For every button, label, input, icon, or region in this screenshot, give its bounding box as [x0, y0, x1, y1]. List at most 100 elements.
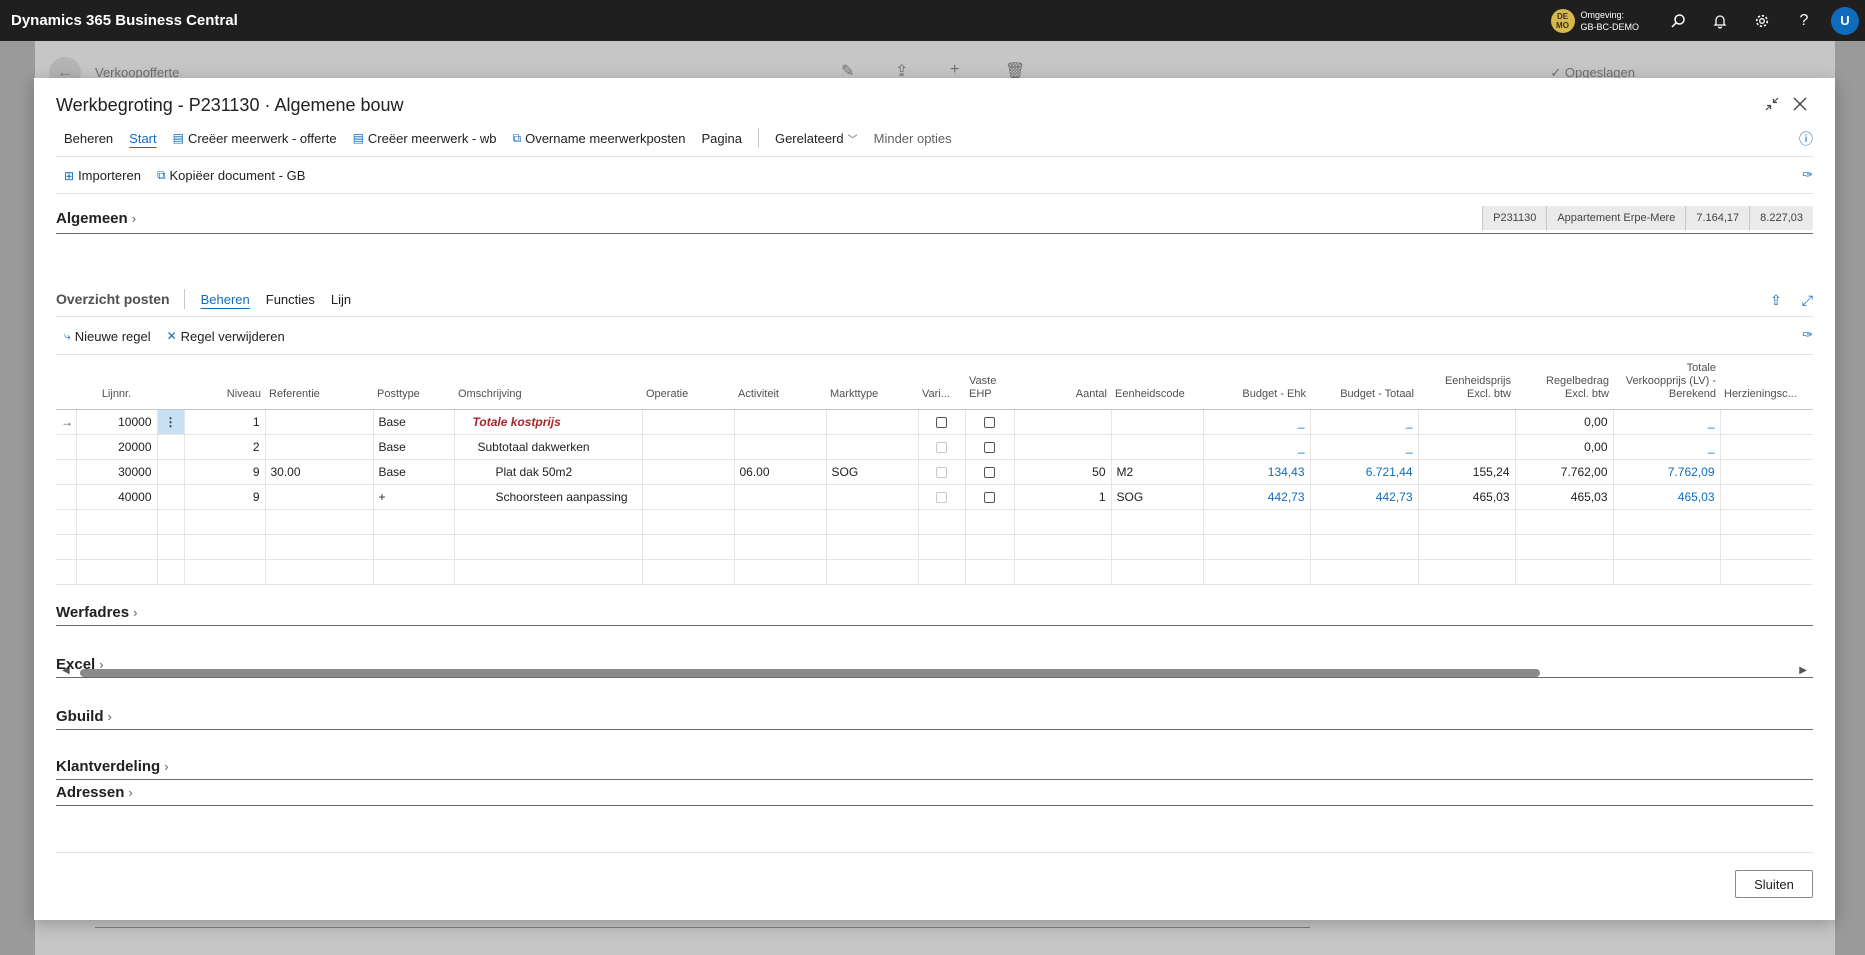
expand-icon[interactable]: ⤢: [1802, 292, 1813, 309]
cell-budget-ehk[interactable]: 134,43: [1203, 459, 1311, 485]
info-icon[interactable]: ⓘ: [1799, 129, 1813, 149]
cell-herzieningscode[interactable]: [1720, 459, 1813, 485]
lines-tab-lijn[interactable]: Lijn: [323, 292, 359, 307]
col-totale-verkoopprijs[interactable]: Totale Verkoopprijs (LV) - Berekend: [1613, 356, 1720, 410]
cell-regelbedrag[interactable]: 465,03: [1515, 484, 1614, 510]
action-minder-opties[interactable]: Minder opties: [866, 131, 960, 146]
empty-row[interactable]: [56, 559, 1813, 585]
fasttab-title[interactable]: Klantverdeling ›: [56, 758, 169, 775]
fasttab-title[interactable]: Excel ›: [56, 656, 104, 673]
action-importeren[interactable]: ⊞ Importeren: [56, 168, 149, 183]
cell-omschrijving[interactable]: Plat dak 50m2: [454, 459, 643, 485]
cell-aantal[interactable]: 50: [1014, 459, 1112, 485]
cell-operatie[interactable]: [642, 459, 735, 485]
cell-eenheidscode[interactable]: [1111, 409, 1204, 435]
col-budget-totaal[interactable]: Budget - Totaal: [1310, 356, 1418, 410]
cell-eenheidscode[interactable]: [1111, 434, 1204, 460]
col-niveau[interactable]: Niveau: [184, 356, 265, 410]
cell-budget-totaal[interactable]: _: [1310, 434, 1419, 460]
cell-operatie[interactable]: [642, 434, 735, 460]
search-icon[interactable]: [1657, 0, 1699, 41]
col-budget-ehk[interactable]: Budget - Ehk: [1203, 356, 1310, 410]
cell-lijnnr[interactable]: 40000: [76, 484, 158, 510]
action-gerelateerd[interactable]: Gerelateerd ﹀: [767, 131, 866, 146]
cell-niveau[interactable]: 9: [184, 484, 266, 510]
cell-eenheidsprijs[interactable]: 465,03: [1418, 484, 1516, 510]
vari-checkbox[interactable]: [936, 491, 947, 503]
cell-referentie[interactable]: [265, 484, 374, 510]
lines-tab-functies[interactable]: Functies: [258, 292, 323, 307]
fasttab-adressen[interactable]: Adressen ›: [56, 784, 1813, 806]
col-eenheidsprijs[interactable]: Eenheidsprijs Excl. btw: [1418, 356, 1515, 410]
cell-eenheidscode[interactable]: M2: [1111, 459, 1204, 485]
col-omschrijving[interactable]: Omschrijving: [454, 356, 642, 410]
col-eenheidscode[interactable]: Eenheidscode: [1111, 356, 1203, 410]
fasttab-klantverdeling[interactable]: Klantverdeling ›: [56, 758, 1813, 780]
action-beheren[interactable]: Beheren: [56, 131, 121, 146]
empty-row[interactable]: [56, 509, 1813, 535]
col-vaste-ehp[interactable]: Vaste EHP: [965, 356, 1014, 410]
bell-icon[interactable]: [1699, 0, 1741, 41]
fasttab-title[interactable]: Algemeen ›: [56, 210, 136, 227]
cell-omschrijving[interactable]: Totale kostprijs: [454, 409, 643, 435]
cell-herzieningscode[interactable]: [1720, 484, 1813, 510]
cell-budget-totaal[interactable]: _: [1310, 409, 1419, 435]
cell-regelbedrag[interactable]: 0,00: [1515, 434, 1614, 460]
cell-posttype[interactable]: +: [373, 484, 455, 510]
cell-budget-totaal[interactable]: 6.721,44: [1310, 459, 1419, 485]
cell-herzieningscode[interactable]: [1720, 409, 1813, 435]
col-referentie[interactable]: Referentie: [265, 356, 373, 410]
share-icon[interactable]: ⇪: [1770, 292, 1782, 309]
col-aantal[interactable]: Aantal: [1014, 356, 1111, 410]
fasttab-algemeen[interactable]: Algemeen › P231130 Appartement Erpe-Mere …: [56, 206, 1813, 234]
cell-herzieningscode[interactable]: [1720, 434, 1813, 460]
vari-checkbox[interactable]: [936, 466, 947, 478]
row-menu-icon[interactable]: ⋮: [157, 409, 185, 435]
cell-selector[interactable]: [56, 459, 77, 485]
fasttab-gbuild[interactable]: Gbuild ›: [56, 708, 1813, 730]
vari-checkbox[interactable]: [936, 441, 947, 453]
cell-aantal[interactable]: [1014, 409, 1112, 435]
action-start[interactable]: Start: [121, 131, 164, 146]
cell-eenheidscode[interactable]: SOG: [1111, 484, 1204, 510]
table-row[interactable]: 40000 9 + Schoorsteen aanpassing 1 SOG 4…: [56, 484, 1813, 510]
cell-lijnnr[interactable]: 10000: [76, 409, 158, 435]
fasttab-title[interactable]: Adressen ›: [56, 784, 133, 801]
fasttab-excel[interactable]: Excel ›: [56, 656, 1813, 678]
table-row[interactable]: 20000 2 Base Subtotaal dakwerken _ _ 0,0…: [56, 434, 1813, 460]
action-regel-verwijderen[interactable]: ✕ Regel verwijderen: [159, 329, 293, 344]
cell-markttype[interactable]: [826, 484, 919, 510]
vaste-ehp-checkbox[interactable]: [984, 416, 995, 428]
action-nieuwe-regel[interactable]: ⤷ Nieuwe regel: [56, 329, 159, 344]
fasttab-title[interactable]: Werfadres ›: [56, 604, 137, 621]
cell-totale-verkoopprijs[interactable]: 7.762,09: [1613, 459, 1721, 485]
cell-regelbedrag[interactable]: 0,00: [1515, 409, 1614, 435]
cell-regelbedrag[interactable]: 7.762,00: [1515, 459, 1614, 485]
col-markttype[interactable]: Markttype: [826, 356, 918, 410]
cell-eenheidsprijs[interactable]: 155,24: [1418, 459, 1516, 485]
app-title[interactable]: Dynamics 365 Business Central: [0, 12, 238, 29]
pin-icon[interactable]: ✑: [1802, 167, 1813, 183]
col-activiteit[interactable]: Activiteit: [734, 356, 826, 410]
cell-activiteit[interactable]: [734, 409, 827, 435]
cell-niveau[interactable]: 9: [184, 459, 266, 485]
cell-posttype[interactable]: Base: [373, 459, 455, 485]
gear-icon[interactable]: [1741, 0, 1783, 41]
cell-niveau[interactable]: 1: [184, 409, 266, 435]
action-pagina[interactable]: Pagina: [693, 131, 749, 146]
fasttab-werfadres[interactable]: Werfadres ›: [56, 604, 1813, 626]
cell-lijnnr[interactable]: 20000: [76, 434, 158, 460]
cell-menu[interactable]: [157, 484, 185, 510]
cell-budget-ehk[interactable]: 442,73: [1203, 484, 1311, 510]
action-kopieer-document[interactable]: ⧉ Kopiëer document - GB: [149, 168, 313, 183]
user-avatar[interactable]: U: [1831, 6, 1859, 35]
col-herzieningscode[interactable]: Herzieningsc...: [1720, 356, 1813, 410]
pin-icon[interactable]: ✑: [1802, 327, 1813, 343]
cell-lijnnr[interactable]: 30000: [76, 459, 158, 485]
cell-selector[interactable]: [56, 484, 77, 510]
cell-activiteit[interactable]: 06.00: [734, 459, 827, 485]
cell-omschrijving[interactable]: Schoorsteen aanpassing: [454, 484, 643, 510]
cell-referentie[interactable]: 30.00: [265, 459, 374, 485]
cell-budget-ehk[interactable]: _: [1203, 434, 1311, 460]
cell-posttype[interactable]: Base: [373, 409, 455, 435]
